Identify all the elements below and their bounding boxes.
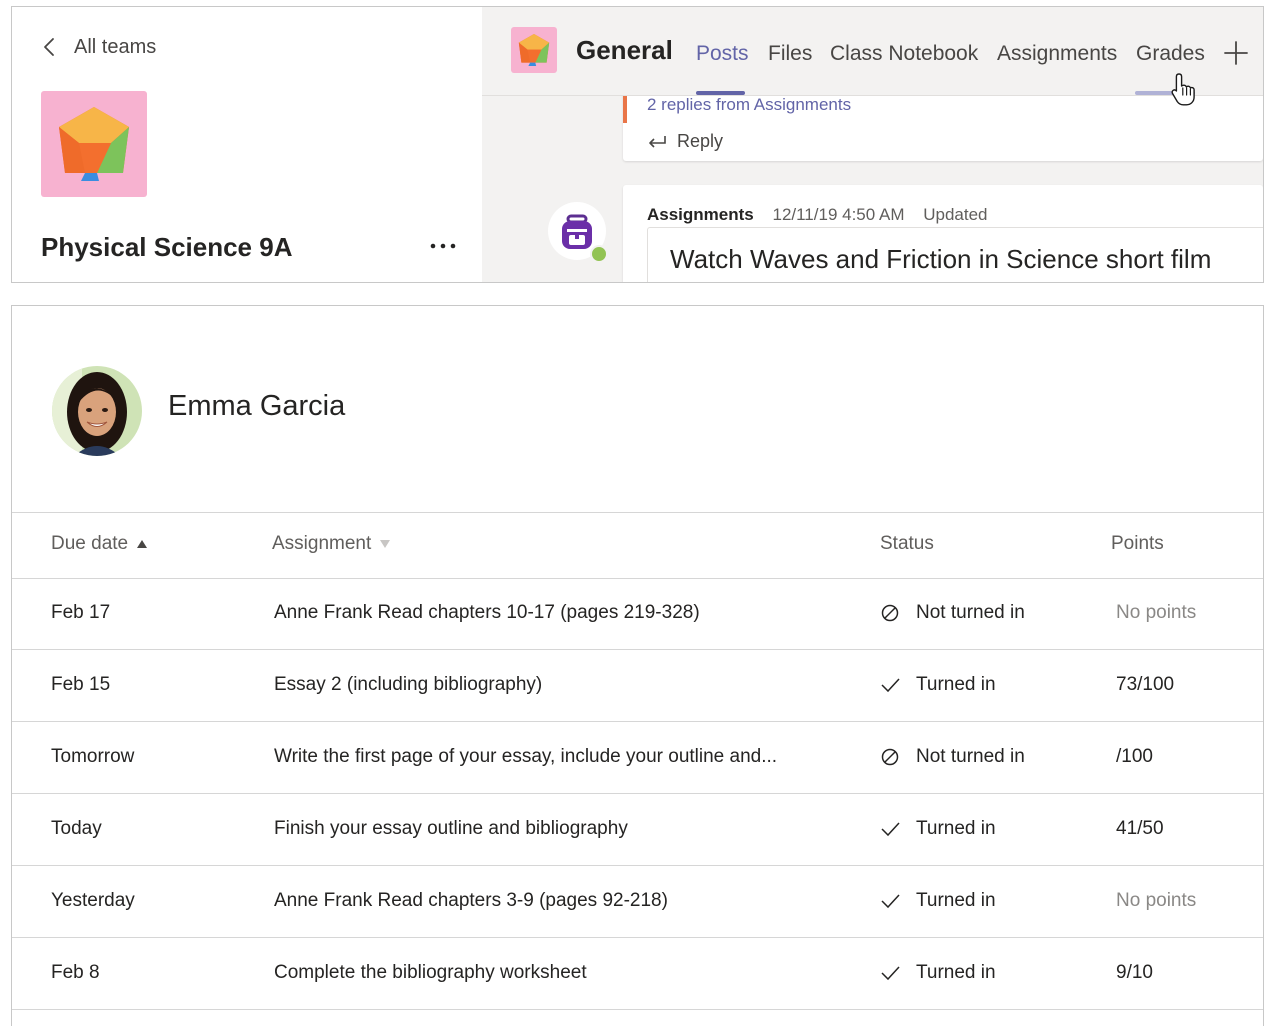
reply-button[interactable]: Reply: [647, 131, 723, 152]
student-photo: [52, 366, 142, 456]
replies-link[interactable]: 2 replies from Assignments: [647, 95, 851, 115]
post-meta: Assignments 12/11/19 4:50 AM Updated: [647, 205, 988, 225]
table-header-row: Due date Assignment Status Points: [12, 512, 1263, 579]
assignment-title: Watch Waves and Friction in Science shor…: [670, 244, 1212, 274]
hand-pointer-icon: [1171, 73, 1195, 106]
status-label: Turned in: [916, 962, 996, 983]
status-label: Turned in: [916, 818, 996, 839]
channel-title: General: [576, 35, 673, 65]
tab-posts-indicator: [696, 91, 745, 95]
table-row[interactable]: Today Finish your essay outline and bibl…: [12, 794, 1263, 866]
header-assignment[interactable]: Assignment: [272, 533, 391, 555]
tab-grades[interactable]: Grades: [1136, 42, 1205, 66]
header-assignment-label: Assignment: [272, 533, 372, 554]
team-pane: All teams Physical Science 9A: [12, 7, 482, 282]
check-icon: [881, 822, 900, 837]
student-grades-panel: Emma Garcia Due date Assignment Status P…: [11, 305, 1264, 1026]
points-cell: 73/100: [1116, 674, 1175, 695]
reply-icon: [649, 135, 666, 148]
header-status[interactable]: Status: [880, 533, 934, 555]
assignment-cell[interactable]: Anne Frank Read chapters 3-9 (pages 92-2…: [274, 890, 668, 912]
team-name: Physical Science 9A: [41, 232, 293, 262]
points-cell: No points: [1116, 602, 1197, 623]
dodecahedron-icon: [518, 33, 550, 67]
thread-accent-bar: [623, 95, 627, 123]
tab-class-notebook[interactable]: Class Notebook: [830, 42, 978, 66]
table-row[interactable]: Tomorrow Write the first page of your es…: [12, 722, 1263, 794]
status-label: Turned in: [916, 890, 996, 911]
table-row[interactable]: Feb 8 Complete the bibliography workshee…: [12, 938, 1263, 1010]
not-turned-in-icon: [881, 604, 899, 622]
due-date-cell: Feb 17: [51, 602, 111, 623]
points-cell: 41/50: [1116, 818, 1164, 839]
header-due-date[interactable]: Due date: [51, 533, 148, 555]
due-date-cell: Today: [51, 818, 102, 839]
status-cell: Turned in: [880, 890, 996, 912]
post-timestamp: 12/11/19 4:50 AM: [772, 205, 905, 224]
student-avatar: [52, 366, 142, 456]
not-turned-in-icon: [881, 748, 899, 766]
status-cell: Turned in: [880, 962, 996, 984]
assignment-post-card[interactable]: Assignments 12/11/19 4:50 AM Updated Wat…: [623, 185, 1263, 282]
table-row[interactable]: Yesterday Anne Frank Read chapters 3-9 (…: [12, 866, 1263, 938]
assignment-cell[interactable]: Write the first page of your essay, incl…: [274, 746, 777, 768]
status-label: Not turned in: [916, 602, 1025, 623]
more-icon: [430, 243, 456, 249]
header-points[interactable]: Points: [1111, 533, 1164, 555]
assignment-cell[interactable]: Essay 2 (including bibliography): [274, 674, 542, 696]
sort-ascending-icon: [137, 540, 148, 548]
all-teams-label: All teams: [74, 35, 157, 58]
post-author[interactable]: Assignments: [647, 205, 754, 224]
post-status: Updated: [923, 205, 988, 224]
due-date-cell: Tomorrow: [51, 746, 135, 767]
sort-dropdown-icon: [380, 540, 391, 548]
assignment-cell[interactable]: Complete the bibliography worksheet: [274, 962, 587, 984]
channel-pane: 2 replies from Assignments Reply Assignm…: [482, 7, 1263, 282]
points-cell: No points: [1116, 890, 1197, 911]
assignment-cell[interactable]: Anne Frank Read chapters 10-17 (pages 21…: [274, 602, 700, 624]
add-tab-plus-icon[interactable]: [1222, 39, 1250, 67]
all-teams-link[interactable]: All teams: [40, 35, 156, 59]
student-name: Emma Garcia: [168, 390, 346, 422]
table-row[interactable]: Feb 15 Essay 2 (including bibliography) …: [12, 650, 1263, 722]
status-cell: Not turned in: [880, 746, 1025, 768]
channel-team-logo: [511, 27, 557, 73]
status-label: Not turned in: [916, 746, 1025, 767]
check-icon: [881, 678, 900, 693]
due-date-cell: Yesterday: [51, 890, 135, 911]
points-cell: 9/10: [1116, 962, 1153, 983]
presence-available-icon: [590, 245, 608, 263]
channel-header: General Posts Files Class Notebook Assig…: [482, 7, 1263, 96]
table-row[interactable]: Feb 17 Anne Frank Read chapters 10-17 (p…: [12, 578, 1263, 650]
status-cell: Turned in: [880, 818, 996, 840]
points-cell: /100: [1116, 746, 1153, 767]
tab-files[interactable]: Files: [768, 42, 812, 66]
tab-posts[interactable]: Posts: [696, 42, 749, 66]
assignment-cell[interactable]: Finish your essay outline and bibliograp…: [274, 818, 628, 840]
team-logo: [41, 91, 147, 197]
team-channel-panel: All teams Physical Science 9A 2 replies …: [11, 6, 1264, 283]
assignment-card[interactable]: Watch Waves and Friction in Science shor…: [647, 227, 1263, 282]
dodecahedron-icon: [59, 107, 129, 181]
status-cell: Turned in: [880, 674, 996, 696]
due-date-cell: Feb 8: [51, 962, 100, 983]
more-options-button[interactable]: [428, 231, 458, 261]
status-label: Turned in: [916, 674, 996, 695]
tab-assignments[interactable]: Assignments: [997, 42, 1117, 66]
chevron-left-icon: [44, 38, 54, 56]
check-icon: [881, 966, 900, 981]
reply-label: Reply: [677, 131, 724, 151]
check-icon: [881, 894, 900, 909]
due-date-cell: Feb 15: [51, 674, 111, 695]
status-cell: Not turned in: [880, 602, 1025, 624]
header-due-date-label: Due date: [51, 533, 129, 554]
